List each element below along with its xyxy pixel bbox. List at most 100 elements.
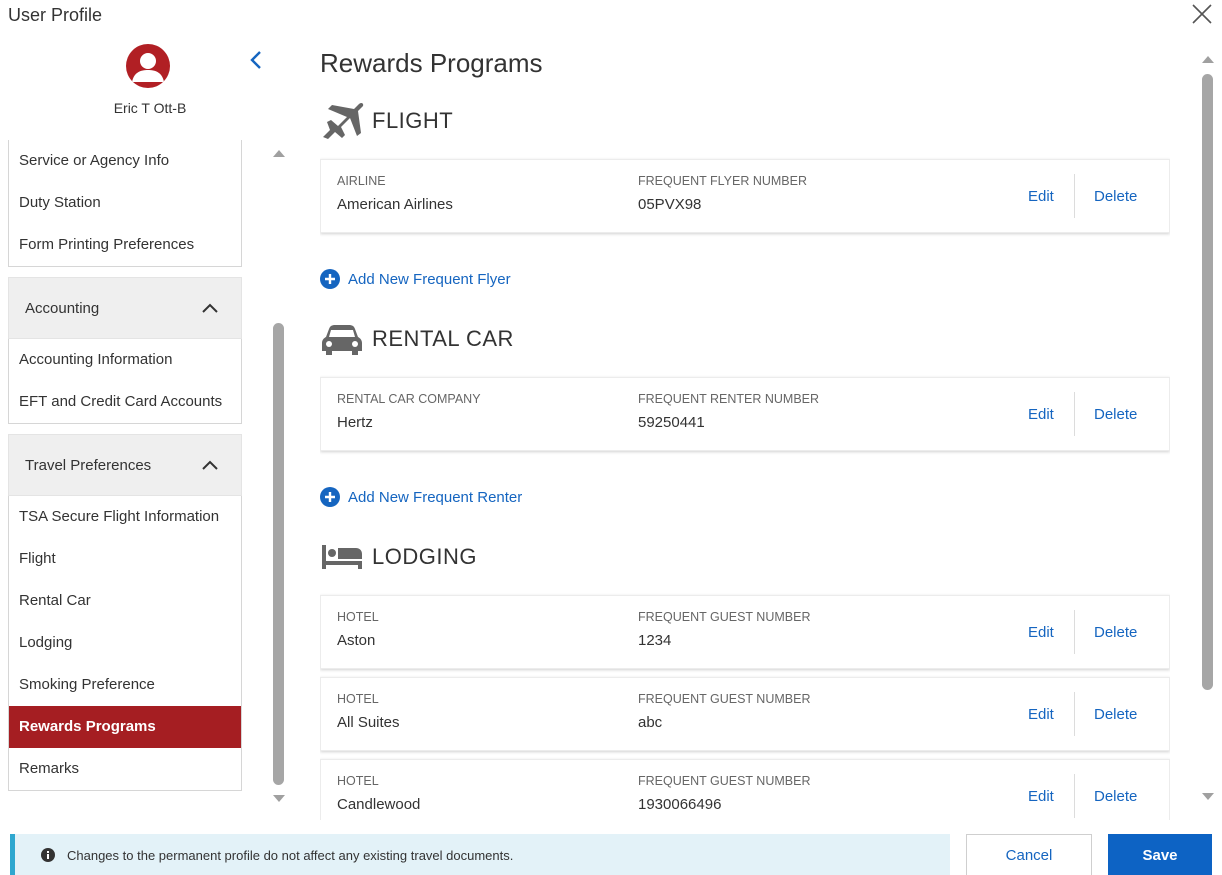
delete-button[interactable]: Delete: [1094, 406, 1137, 423]
card-col-number: FREQUENT GUEST NUMBER 1234: [638, 610, 810, 649]
card-col-number: FREQUENT FLYER NUMBER 05PVX98: [638, 174, 807, 213]
card-col-name: HOTEL All Suites: [337, 692, 400, 731]
edit-button[interactable]: Edit: [1028, 406, 1054, 423]
nav-group-general: Service or Agency Info Duty Station Form…: [8, 140, 242, 267]
car-icon: [320, 319, 364, 359]
column-label: FREQUENT FLYER NUMBER: [638, 174, 808, 188]
frequent-guest-number: 1930066496: [638, 796, 722, 813]
delete-button[interactable]: Delete: [1094, 706, 1137, 723]
column-label: AIRLINE: [337, 174, 386, 188]
column-label: FREQUENT GUEST NUMBER: [638, 610, 811, 624]
edit-button[interactable]: Edit: [1028, 188, 1054, 205]
plus-circle-icon: [320, 269, 340, 289]
notice-text: Changes to the permanent profile do not …: [67, 847, 514, 863]
card-col-name: HOTEL Candlewood: [337, 774, 420, 813]
divider: [1074, 774, 1075, 818]
main-scrollbar[interactable]: [1200, 56, 1216, 800]
save-button[interactable]: Save: [1108, 834, 1212, 875]
column-label: HOTEL: [337, 610, 379, 624]
user-name: Eric T Ott-B: [113, 100, 187, 116]
plus-circle-icon: [320, 487, 340, 507]
reward-card-rental-car: RENTAL CAR COMPANY Hertz FREQUENT RENTER…: [320, 377, 1170, 451]
nav-item-duty-station[interactable]: Duty Station: [9, 182, 241, 224]
collapse-sidebar-button[interactable]: [246, 48, 266, 72]
nav-group-header-accounting[interactable]: Accounting: [8, 277, 242, 339]
nav-group-travel-preferences: TSA Secure Flight Information Flight Ren…: [8, 496, 242, 791]
card-col-name: RENTAL CAR COMPANY Hertz: [337, 392, 481, 431]
card-col-name: HOTEL Aston: [337, 610, 379, 649]
card-col-name: AIRLINE American Airlines: [337, 174, 453, 213]
delete-button[interactable]: Delete: [1094, 188, 1137, 205]
cancel-button[interactable]: Cancel: [966, 834, 1092, 875]
divider: [1074, 692, 1075, 736]
close-button[interactable]: [1188, 0, 1216, 28]
nav-item-lodging[interactable]: Lodging: [9, 622, 241, 664]
edit-button[interactable]: Edit: [1028, 788, 1054, 805]
window-title: User Profile: [8, 5, 103, 25]
reward-card-lodging: HOTEL Aston FREQUENT GUEST NUMBER 1234 E…: [320, 595, 1170, 669]
section-flight-header: FLIGHT: [320, 97, 1170, 145]
user-icon: [132, 53, 164, 82]
main-content: Rewards Programs FLIGHT AIRLINE American…: [320, 44, 1170, 820]
column-label: FREQUENT GUEST NUMBER: [638, 692, 811, 706]
reward-card-lodging: HOTEL All Suites FREQUENT GUEST NUMBER a…: [320, 677, 1170, 751]
nav-item-accounting-information[interactable]: Accounting Information: [9, 339, 241, 381]
section-rental-car-header: RENTAL CAR: [320, 315, 1170, 363]
divider: [1074, 174, 1075, 218]
section-title: LODGING: [372, 544, 477, 569]
nav-item-service-agency-info[interactable]: Service or Agency Info: [9, 140, 241, 182]
chevron-up-icon: [202, 460, 218, 470]
divider: [1074, 610, 1075, 654]
scroll-down-arrow[interactable]: [1202, 793, 1214, 800]
reward-card-flight: AIRLINE American Airlines FREQUENT FLYER…: [320, 159, 1170, 233]
nav-item-remarks[interactable]: Remarks: [9, 748, 241, 790]
scrollbar-thumb[interactable]: [1202, 74, 1213, 690]
add-link-label: Add New Frequent Flyer: [348, 270, 511, 288]
nav-item-rental-car[interactable]: Rental Car: [9, 580, 241, 622]
add-frequent-renter-button[interactable]: Add New Frequent Renter: [320, 487, 1170, 507]
scroll-up-arrow[interactable]: [273, 150, 285, 157]
edit-button[interactable]: Edit: [1028, 706, 1054, 723]
section-title: RENTAL CAR: [372, 326, 514, 351]
hotel-value: Candlewood: [337, 796, 421, 813]
nav-group-label: Travel Preferences: [25, 456, 152, 474]
sidebar-scrollbar[interactable]: [270, 150, 288, 802]
nav-item-smoking-preference[interactable]: Smoking Preference: [9, 664, 241, 706]
nav-group-header-travel-preferences[interactable]: Travel Preferences: [8, 434, 242, 496]
chevron-left-icon[interactable]: [246, 48, 266, 72]
reward-card-lodging: HOTEL Candlewood FREQUENT GUEST NUMBER 1…: [320, 759, 1170, 820]
nav-item-flight[interactable]: Flight: [9, 538, 241, 580]
column-label: RENTAL CAR COMPANY: [337, 392, 481, 406]
scroll-up-arrow[interactable]: [1202, 56, 1214, 63]
info-icon: [41, 848, 55, 862]
frequent-renter-number: 59250441: [638, 414, 705, 431]
nav-item-eft-credit-card-accounts[interactable]: EFT and Credit Card Accounts: [9, 381, 241, 423]
hotel-value: Aston: [337, 632, 376, 649]
nav-item-rewards-programs[interactable]: Rewards Programs: [9, 706, 241, 748]
frequent-flyer-number: 05PVX98: [638, 196, 702, 213]
scrollbar-thumb[interactable]: [273, 323, 284, 785]
frequent-guest-number: 1234: [638, 632, 672, 649]
scroll-down-arrow[interactable]: [273, 795, 285, 802]
add-link-label: Add New Frequent Renter: [348, 488, 523, 506]
close-icon[interactable]: [1188, 0, 1216, 28]
card-col-number: FREQUENT RENTER NUMBER 59250441: [638, 392, 819, 431]
section-title: FLIGHT: [372, 108, 454, 133]
add-frequent-flyer-button[interactable]: Add New Frequent Flyer: [320, 269, 1170, 289]
sidebar-nav[interactable]: Service or Agency Info Duty Station Form…: [8, 140, 242, 810]
hotel-value: All Suites: [337, 714, 400, 731]
frequent-guest-number: abc: [638, 714, 663, 731]
delete-button[interactable]: Delete: [1094, 788, 1137, 805]
airline-value: American Airlines: [337, 196, 453, 213]
delete-button[interactable]: Delete: [1094, 624, 1137, 641]
avatar: [126, 44, 170, 88]
nav-item-form-printing-preferences[interactable]: Form Printing Preferences: [9, 224, 241, 266]
nav-item-tsa-secure-flight[interactable]: TSA Secure Flight Information: [9, 496, 241, 538]
divider: [1074, 392, 1075, 436]
column-label: FREQUENT RENTER NUMBER: [638, 392, 820, 406]
info-notice: Changes to the permanent profile do not …: [10, 834, 950, 875]
card-col-number: FREQUENT GUEST NUMBER 1930066496: [638, 774, 810, 813]
column-label: HOTEL: [337, 774, 379, 788]
page-title: Rewards Programs: [320, 48, 543, 78]
edit-button[interactable]: Edit: [1028, 624, 1054, 641]
